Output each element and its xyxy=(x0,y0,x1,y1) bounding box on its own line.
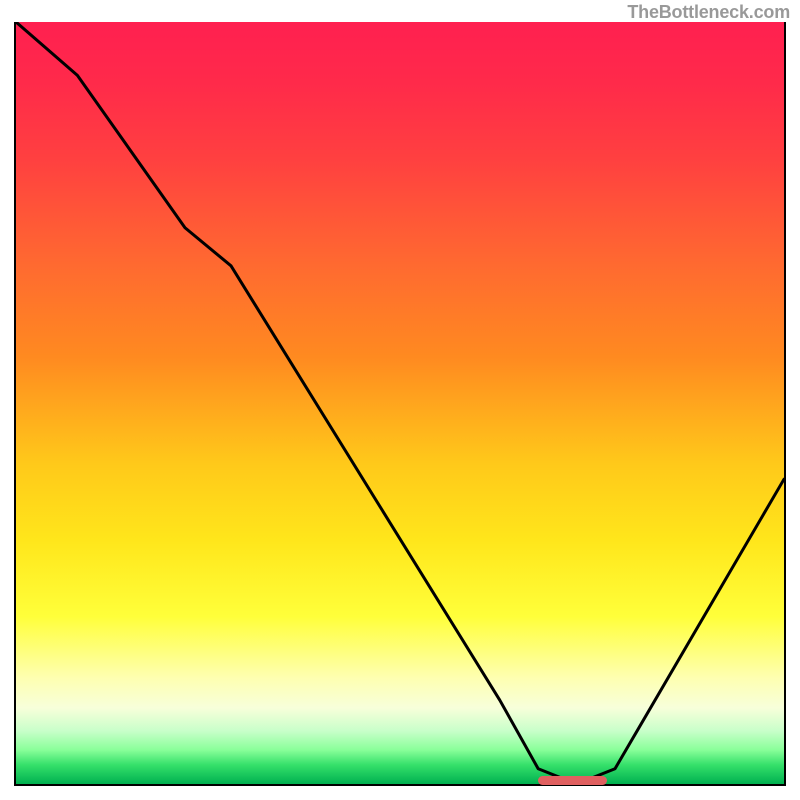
bottleneck-curve xyxy=(16,22,784,784)
chart-stage: TheBottleneck.com xyxy=(0,0,800,800)
optimal-range-marker xyxy=(538,776,607,785)
watermark-text: TheBottleneck.com xyxy=(627,2,790,23)
plot-area xyxy=(14,22,786,786)
